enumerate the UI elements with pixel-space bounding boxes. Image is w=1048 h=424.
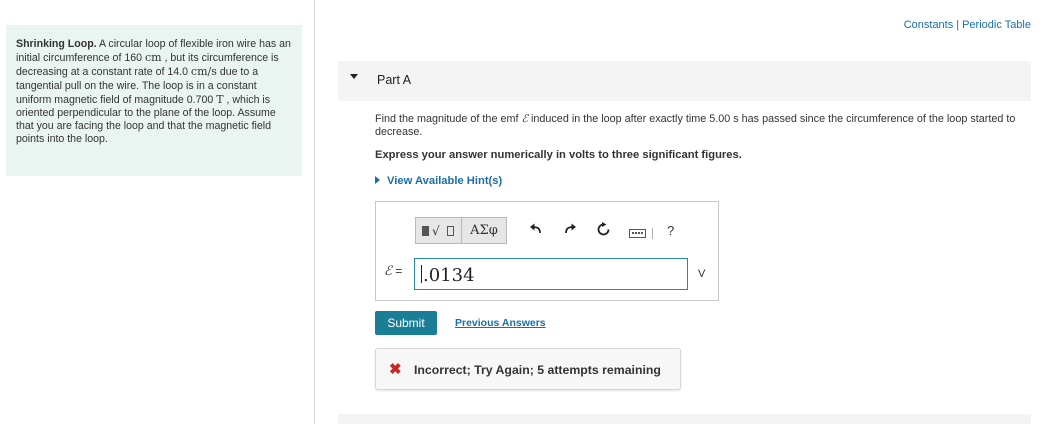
- templates-button[interactable]: √: [415, 217, 461, 244]
- incorrect-x-icon: ✖: [389, 361, 402, 378]
- periodic-table-link[interactable]: Periodic Table: [962, 19, 1031, 31]
- answer-box: √ ΑΣφ ? ℰ = V: [375, 201, 719, 301]
- question-text-1: Find the magnitude of the emf: [375, 113, 522, 125]
- part-a-header[interactable]: [338, 61, 1031, 101]
- empty-square-icon: [447, 226, 454, 236]
- link-separator: |: [956, 19, 960, 31]
- answer-input[interactable]: [414, 258, 688, 290]
- answer-equals: =: [391, 264, 403, 278]
- greek-symbols-button[interactable]: ΑΣφ: [461, 217, 507, 244]
- redo-icon[interactable]: [561, 222, 579, 240]
- next-part-bar: [338, 414, 1031, 424]
- answer-emf-symbol: ℰ: [384, 264, 392, 279]
- view-hints-label: View Available Hint(s): [387, 175, 503, 187]
- view-hints-toggle[interactable]: View Available Hint(s): [375, 175, 502, 187]
- unit-cm-per-s: cm/s: [190, 65, 217, 79]
- filled-square-icon: [422, 226, 429, 236]
- previous-answers-link[interactable]: Previous Answers: [455, 317, 546, 329]
- toolbar-separator: [652, 228, 653, 239]
- constants-link[interactable]: Constants: [904, 19, 954, 31]
- help-icon[interactable]: ?: [667, 223, 674, 238]
- page: Shrinking Loop. A circular loop of flexi…: [0, 0, 1048, 424]
- question-text: Find the magnitude of the emf ℰ induced …: [375, 112, 1025, 139]
- reset-icon[interactable]: [594, 222, 612, 240]
- expand-triangle-icon: [375, 176, 380, 184]
- unit-cm: cm: [144, 51, 162, 65]
- sqrt-icon: √: [432, 224, 440, 238]
- problem-statement-panel: Shrinking Loop. A circular loop of flexi…: [6, 25, 302, 176]
- part-title: Part A: [377, 73, 412, 87]
- reference-links: Constants | Periodic Table: [904, 19, 1031, 31]
- feedback-message: Incorrect; Try Again; 5 attempts remaini…: [414, 363, 661, 377]
- undo-icon[interactable]: [527, 222, 545, 240]
- column-divider: [314, 0, 315, 424]
- collapse-triangle-icon[interactable]: [350, 74, 358, 79]
- problem-title: Shrinking Loop.: [16, 38, 97, 50]
- feedback-box: ✖ Incorrect; Try Again; 5 attempts remai…: [375, 348, 681, 390]
- unit-tesla: T: [216, 92, 224, 106]
- keyboard-icon[interactable]: [629, 229, 646, 238]
- answer-unit: V: [698, 268, 706, 280]
- submit-button[interactable]: Submit: [375, 311, 437, 335]
- text-cursor: [421, 265, 422, 283]
- answer-label: ℰ =: [384, 264, 402, 279]
- answer-instruction: Express your answer numerically in volts…: [375, 149, 742, 161]
